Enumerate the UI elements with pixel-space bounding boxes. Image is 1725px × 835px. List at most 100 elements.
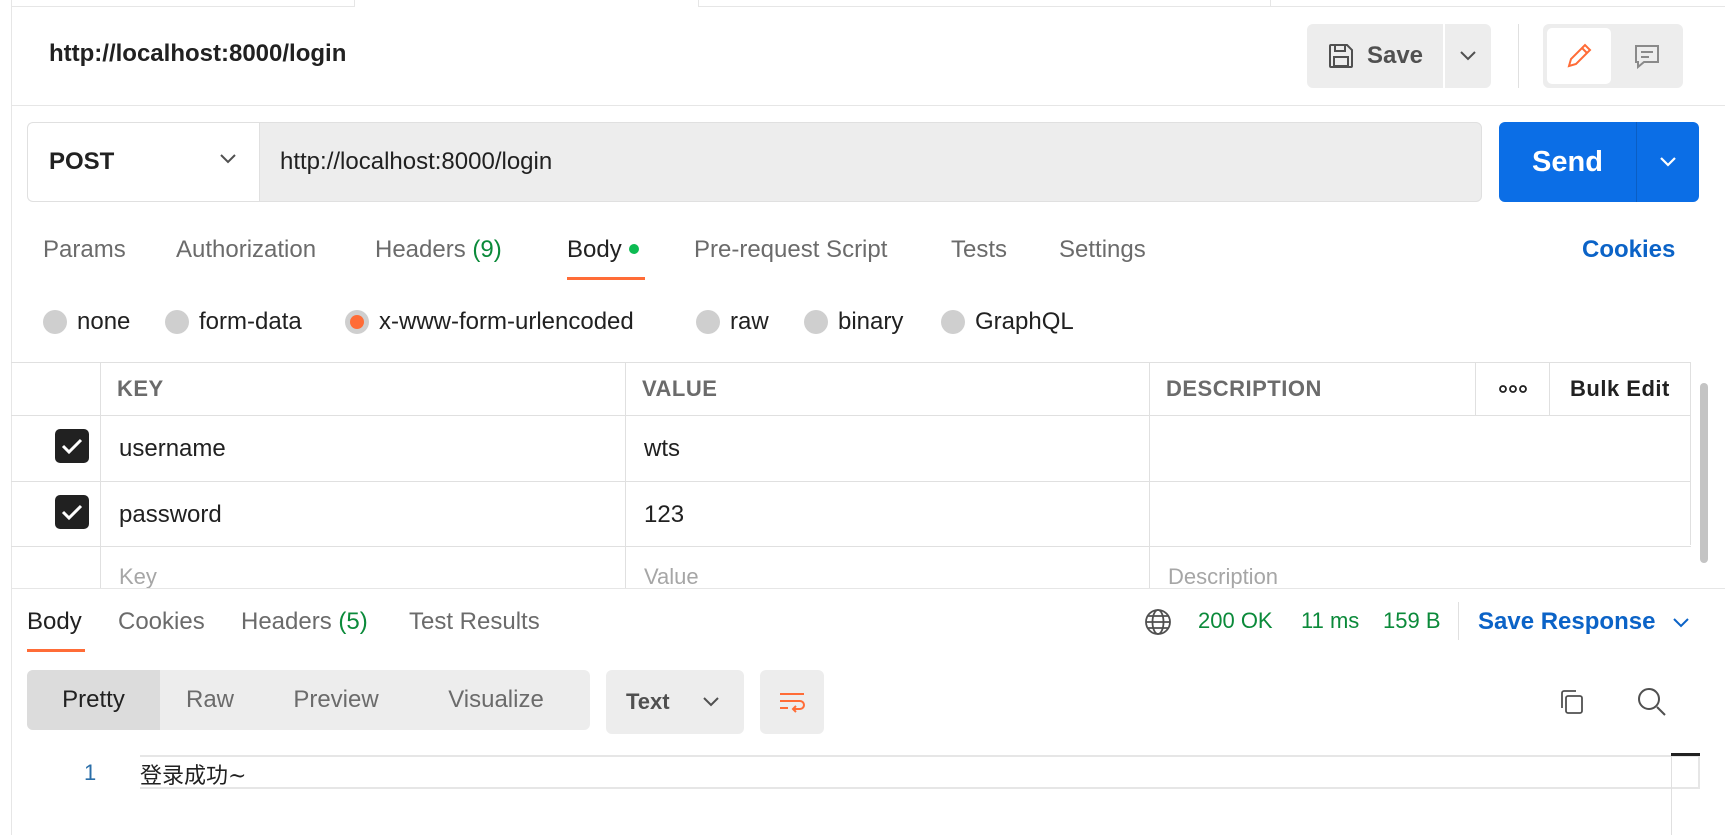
word-wrap-icon	[780, 693, 805, 713]
word-wrap-button[interactable]	[760, 670, 824, 734]
radio-none-label: none	[77, 308, 131, 335]
radio-raw[interactable]: raw	[696, 308, 769, 336]
pencil-icon	[1567, 43, 1592, 68]
cookies-link[interactable]: Cookies	[1582, 236, 1675, 264]
column-divider	[625, 363, 626, 588]
format-toggle: Pretty Raw Preview Visualize	[27, 670, 590, 730]
radio-graphql[interactable]: GraphQL	[941, 308, 1074, 336]
more-options-button[interactable]	[1495, 363, 1531, 415]
column-divider	[1475, 363, 1476, 415]
method-label: POST	[49, 148, 115, 175]
active-tab-indicator	[567, 277, 645, 280]
response-separator	[12, 588, 1725, 589]
radio-raw-label: raw	[730, 308, 769, 335]
row-divider	[11, 546, 1691, 547]
format-raw[interactable]: Raw	[160, 670, 260, 730]
new-value-input[interactable]: Value	[644, 564, 699, 588]
params-scrollbar[interactable]	[1700, 383, 1708, 563]
radio-circle	[165, 310, 189, 334]
title-divider	[1518, 24, 1519, 88]
column-divider	[1149, 363, 1150, 588]
chevron-down-icon	[703, 697, 719, 707]
column-header-description: DESCRIPTION	[1166, 376, 1322, 401]
response-editor[interactable]	[140, 755, 1700, 789]
radio-urlencoded-label: x-www-form-urlencoded	[379, 308, 634, 335]
response-size[interactable]: 159 B	[1383, 608, 1441, 634]
tab-body[interactable]: Body	[567, 236, 639, 264]
radio-circle	[804, 310, 828, 334]
tab-authorization[interactable]: Authorization	[176, 236, 316, 264]
language-select[interactable]: Text	[606, 670, 744, 734]
tab-pre-request-script[interactable]: Pre-request Script	[694, 236, 887, 264]
mode-toggle	[1543, 24, 1683, 88]
tab-params[interactable]: Params	[43, 236, 126, 264]
params-table: KEY VALUE DESCRIPTION Bulk Edit username…	[11, 362, 1691, 588]
format-preview[interactable]: Preview	[260, 670, 412, 730]
tab-headers-label: Headers	[375, 236, 466, 263]
param-key[interactable]: username	[119, 435, 226, 463]
radio-x-www-form-urlencoded[interactable]: x-www-form-urlencoded	[345, 308, 634, 336]
radio-none[interactable]: none	[43, 308, 130, 336]
save-group: Save	[1307, 24, 1491, 88]
tab-headers[interactable]: Headers (9)	[375, 236, 502, 264]
save-dropdown-button[interactable]	[1445, 24, 1491, 88]
tab-settings[interactable]: Settings	[1059, 236, 1146, 264]
editor-scroll-marker	[1671, 753, 1700, 756]
save-button[interactable]: Save	[1307, 24, 1443, 88]
radio-circle	[696, 310, 720, 334]
response-active-tab-indicator	[27, 649, 85, 652]
globe-icon[interactable]	[1143, 607, 1173, 637]
tabstrip-line	[12, 0, 354, 7]
chevron-down-icon	[1673, 617, 1689, 628]
save-response-button[interactable]: Save Response	[1478, 608, 1690, 636]
tab-tests[interactable]: Tests	[951, 236, 1007, 264]
format-pretty[interactable]: Pretty	[27, 670, 160, 730]
radio-binary[interactable]: binary	[804, 308, 903, 336]
send-button[interactable]: Send	[1499, 122, 1636, 202]
radio-circle	[941, 310, 965, 334]
method-select[interactable]: POST	[27, 122, 259, 202]
more-dots-icon	[1499, 385, 1527, 393]
title-separator	[12, 105, 1725, 106]
search-button[interactable]	[1632, 682, 1672, 722]
response-tab-headers[interactable]: Headers (5)	[241, 608, 368, 636]
param-value[interactable]: wts	[644, 435, 680, 463]
request-title[interactable]: http://localhost:8000/login	[49, 40, 346, 68]
comments-button[interactable]	[1615, 28, 1679, 84]
chevron-down-icon	[1460, 51, 1476, 61]
row-checkbox[interactable]	[55, 495, 89, 529]
checkmark-icon	[61, 504, 83, 521]
tab-headers-count: (9)	[472, 236, 502, 263]
format-visualize[interactable]: Visualize	[412, 670, 580, 730]
tab-body-label: Body	[567, 236, 622, 263]
response-status[interactable]: 200 OK	[1198, 608, 1273, 634]
column-header-key: KEY	[117, 376, 164, 401]
response-tab-test-results[interactable]: Test Results	[409, 608, 540, 636]
row-divider	[11, 481, 1691, 482]
tabstrip-divider	[354, 0, 355, 7]
row-checkbox[interactable]	[55, 429, 89, 463]
column-header-value: VALUE	[642, 376, 718, 401]
response-tab-body[interactable]: Body	[27, 608, 82, 636]
new-key-input[interactable]: Key	[119, 564, 157, 588]
radio-form-data[interactable]: form-data	[165, 308, 302, 336]
save-response-label: Save Response	[1478, 608, 1656, 635]
row-divider	[11, 415, 1691, 416]
radio-form-data-label: form-data	[199, 308, 302, 335]
edit-mode-button[interactable]	[1547, 28, 1611, 84]
radio-circle	[43, 310, 67, 334]
response-line[interactable]: 登录成功~	[140, 758, 246, 790]
copy-button[interactable]	[1552, 682, 1592, 722]
new-description-input[interactable]: Description	[1168, 564, 1278, 588]
url-input[interactable]: http://localhost:8000/login	[259, 122, 1482, 202]
bulk-edit-button[interactable]: Bulk Edit	[1570, 363, 1670, 415]
send-dropdown-button[interactable]	[1637, 122, 1699, 202]
language-label: Text	[626, 689, 670, 714]
response-time[interactable]: 11 ms	[1301, 608, 1359, 634]
copy-icon	[1561, 690, 1583, 714]
param-value[interactable]: 123	[644, 501, 684, 529]
column-divider	[100, 363, 101, 588]
response-tab-cookies[interactable]: Cookies	[118, 608, 205, 636]
param-key[interactable]: password	[119, 501, 222, 529]
floppy-disk-icon	[1328, 44, 1353, 68]
